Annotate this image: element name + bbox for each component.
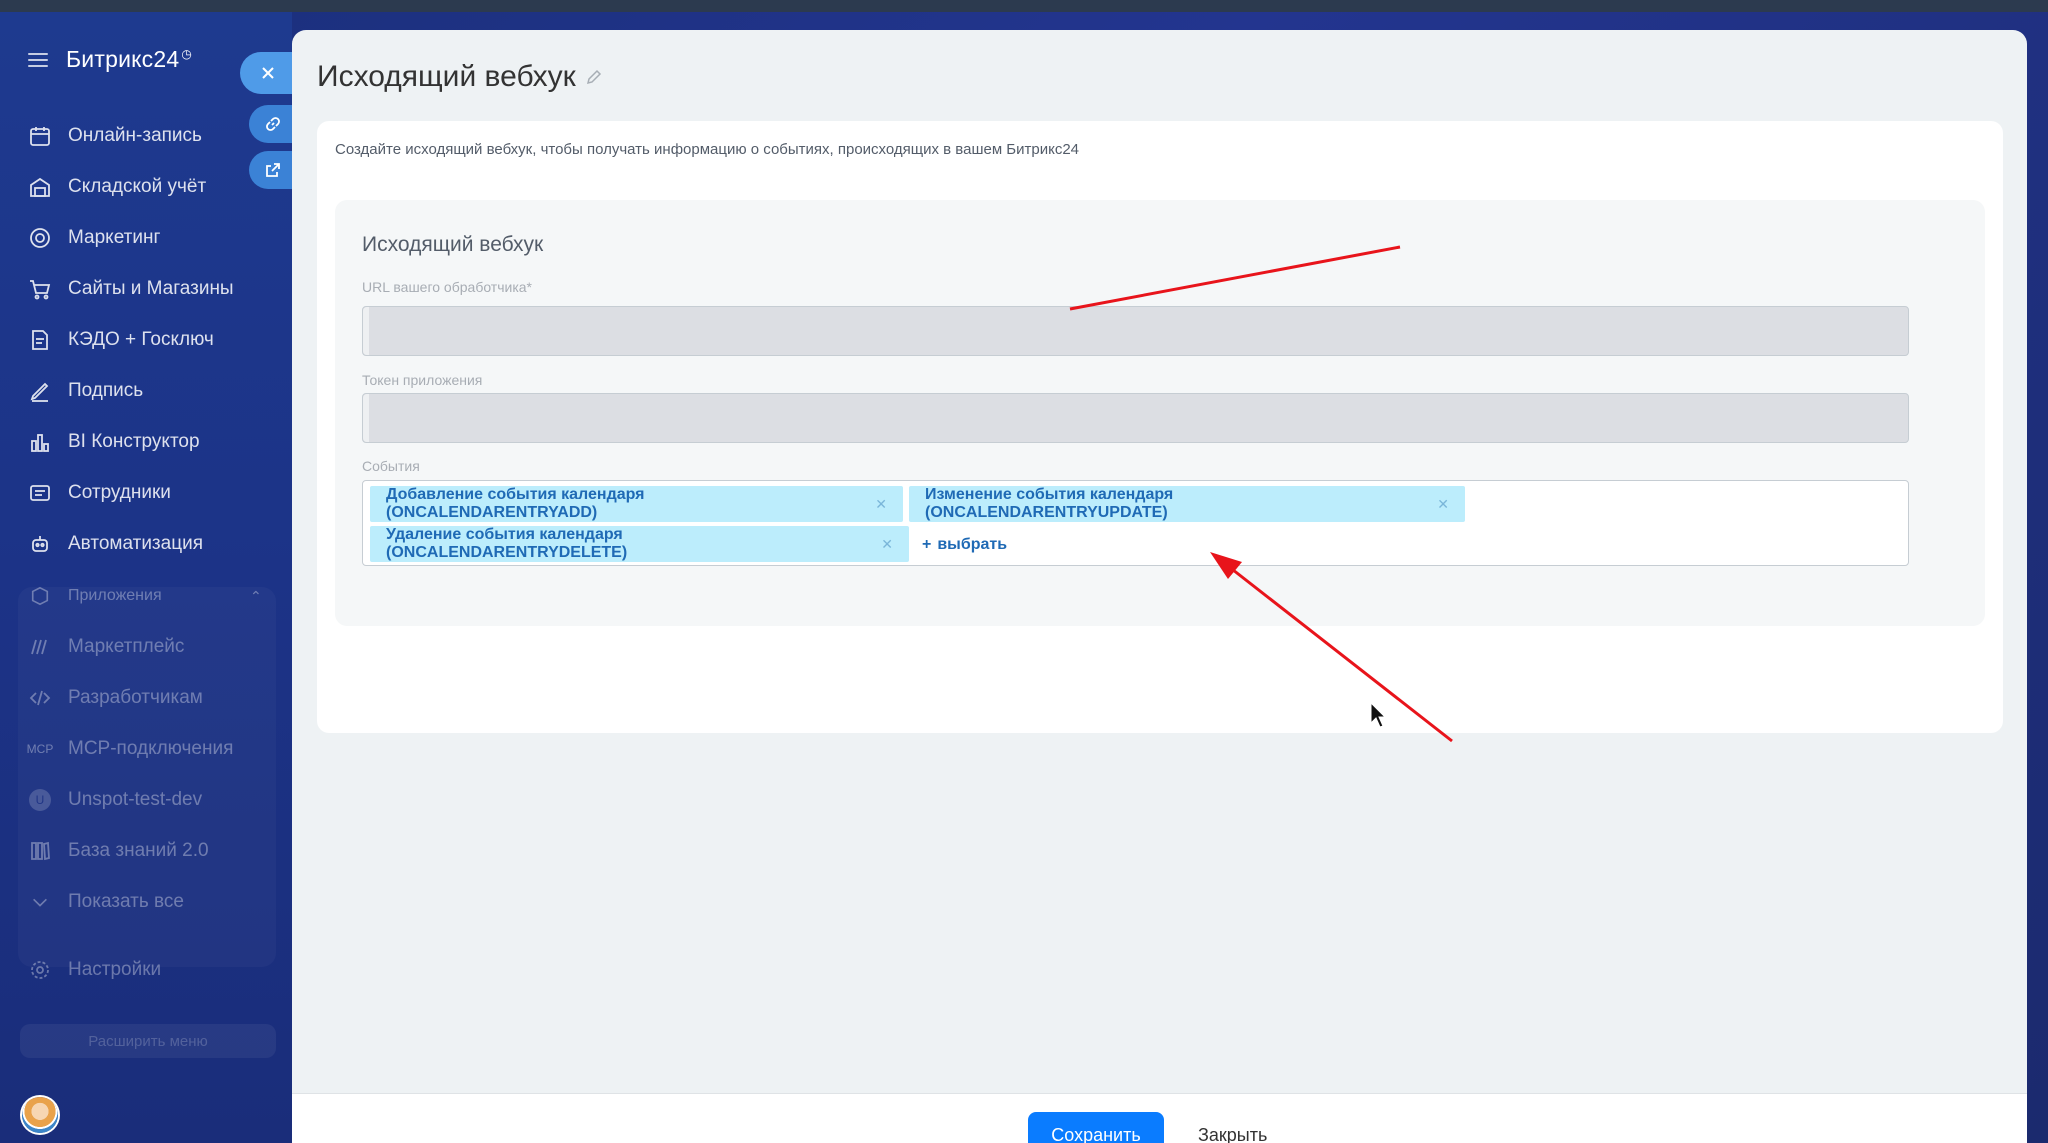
sidebar-item-unspot[interactable]: U Unspot-test-dev: [28, 780, 202, 820]
sidebar-item-label: Настройки: [68, 959, 162, 980]
calendar-icon: [28, 124, 52, 148]
sidebar-group-apps[interactable]: Приложения ⌃: [28, 576, 262, 616]
sidebar-item-signature[interactable]: Подпись: [28, 371, 143, 411]
sidebar-item-label: Разработчикам: [68, 687, 203, 708]
sidebar-item-marketplace[interactable]: Маркетплейс: [28, 627, 184, 667]
id-card-icon: [28, 481, 52, 505]
event-tag-label: Изменение события календаря (ONCALENDARE…: [925, 486, 1174, 521]
sidebar-show-all[interactable]: Показать все: [28, 882, 184, 922]
remove-tag-icon[interactable]: ✕: [875, 496, 887, 513]
gear-icon: [28, 958, 52, 982]
event-tag: Изменение события календаря (ONCALENDARE…: [909, 486, 1465, 522]
pencil-icon[interactable]: [586, 69, 602, 85]
sidebar-item-online-booking[interactable]: Онлайн-запись: [28, 116, 202, 156]
sidebar-item-label: Складской учёт: [68, 176, 207, 197]
book-icon: [28, 839, 52, 863]
event-tag-label: Добавление события календаря (ONCALENDAR…: [386, 486, 645, 521]
webhook-form: Исходящий вебхук URL вашего обработчика*…: [335, 200, 1985, 626]
sidebar-item-label: База знаний 2.0: [68, 840, 209, 861]
avatar[interactable]: [22, 1097, 58, 1133]
expand-menu-label: Расширить меню: [88, 1032, 208, 1050]
url-label: URL вашего обработчика*: [362, 279, 533, 295]
webhook-card: Создайте исходящий вебхук, чтобы получат…: [317, 121, 2003, 733]
sidebar-item-bi[interactable]: BI Конструктор: [28, 422, 200, 462]
sidebar-item-label: КЭДО + Госключ: [68, 329, 214, 350]
top-bar: [0, 0, 2048, 12]
footer-bar: Сохранить Закрыть: [292, 1093, 2027, 1143]
chevron-down-icon: [28, 890, 52, 914]
market-icon: [28, 635, 52, 659]
copy-link-button[interactable]: [249, 105, 296, 143]
sidebar-item-label: Сотрудники: [68, 482, 171, 503]
logo[interactable]: Битрикс24 ◷: [66, 46, 192, 73]
close-button[interactable]: Закрыть: [1198, 1112, 1267, 1143]
left-menu: Битрикс24 ◷ Онлайн-запись Складской учёт …: [0, 12, 292, 1143]
code-icon: [28, 686, 52, 710]
app-avatar-icon: U: [28, 788, 52, 812]
close-slider-button[interactable]: [240, 52, 296, 94]
sidebar-item-mcp[interactable]: MCP MCP-подключения: [26, 729, 234, 769]
description: Создайте исходящий вебхук, чтобы получат…: [335, 141, 1080, 158]
save-button[interactable]: Сохранить: [1028, 1112, 1164, 1143]
link-icon: [265, 117, 280, 131]
target-icon: [28, 226, 52, 250]
sidebar-item-marketing[interactable]: Маркетинг: [28, 218, 160, 258]
event-tag: Добавление события календаря (ONCALENDAR…: [370, 486, 903, 522]
robot-icon: [28, 532, 52, 556]
events-selector[interactable]: Добавление события календаря (ONCALENDAR…: [362, 480, 1909, 566]
section-title: Исходящий вебхук: [362, 233, 544, 256]
document-icon: [28, 328, 52, 352]
sidebar-item-label: BI Конструктор: [68, 431, 200, 452]
chevron-up-icon[interactable]: ⌃: [250, 588, 262, 605]
sidebar-item-warehouse[interactable]: Складской учёт: [28, 167, 206, 207]
sidebar-settings[interactable]: Настройки: [28, 950, 161, 990]
close-icon: [262, 67, 274, 79]
token-label: Токен приложения: [362, 372, 483, 388]
app-token-field[interactable]: [362, 393, 1909, 443]
apps-icon: [28, 584, 52, 608]
sidebar-group-label: Приложения: [68, 587, 162, 604]
sidebar-item-kedo[interactable]: КЭДО + Госключ: [28, 320, 214, 360]
remove-tag-icon[interactable]: ✕: [1437, 496, 1449, 513]
events-label: События: [362, 458, 420, 474]
sidebar-item-label: MCP-подключения: [68, 738, 234, 759]
remove-tag-icon[interactable]: ✕: [881, 536, 893, 553]
external-link-icon: [265, 163, 280, 177]
sidebar-item-label: Автоматизация: [68, 533, 203, 554]
sidebar-item-label: Онлайн-запись: [68, 125, 202, 146]
warehouse-icon: [28, 175, 52, 199]
menu-header: Битрикс24 ◷: [28, 46, 192, 73]
hamburger-icon[interactable]: [28, 52, 48, 67]
bar-chart-icon: [28, 430, 52, 454]
cart-icon: [28, 277, 52, 301]
sidebar-item-knowledge-base[interactable]: База знаний 2.0: [28, 831, 209, 871]
event-tag: Удаление события календаря (ONCALENDAREN…: [370, 526, 909, 562]
signature-icon: [28, 379, 52, 403]
add-event-label: выбрать: [937, 536, 1008, 553]
handler-url-field[interactable]: [362, 306, 1909, 356]
page-title-text: Исходящий вебхук: [317, 60, 576, 93]
mcp-icon: MCP: [26, 742, 54, 756]
sidebar-item-label: Маркетинг: [68, 227, 161, 248]
sidebar-item-label: Маркетплейс: [68, 636, 185, 657]
sidebar-item-label: Показать все: [68, 891, 184, 912]
sidebar-item-developers[interactable]: Разработчикам: [28, 678, 203, 718]
expand-menu-button[interactable]: Расширить меню: [20, 1024, 276, 1058]
sidebar-item-label: Подпись: [68, 380, 144, 401]
page-title: Исходящий вебхук: [317, 60, 602, 94]
open-new-window-button[interactable]: [249, 151, 296, 189]
sidebar-item-employees[interactable]: Сотрудники: [28, 473, 171, 513]
plus-icon: +: [922, 536, 932, 553]
event-tag-label: Удаление события календаря (ONCALENDAREN…: [386, 526, 628, 561]
sidebar-item-label: Сайты и Магазины: [68, 278, 234, 299]
sidebar-item-label: Unspot-test-dev: [68, 789, 203, 810]
add-event-button[interactable]: + выбрать: [922, 529, 1007, 561]
sidebar-item-automation[interactable]: Автоматизация: [28, 524, 203, 564]
sidebar-item-sites[interactable]: Сайты и Магазины: [28, 269, 234, 309]
webhook-slider: Исходящий вебхук Создайте исходящий вебх…: [292, 30, 2027, 1143]
